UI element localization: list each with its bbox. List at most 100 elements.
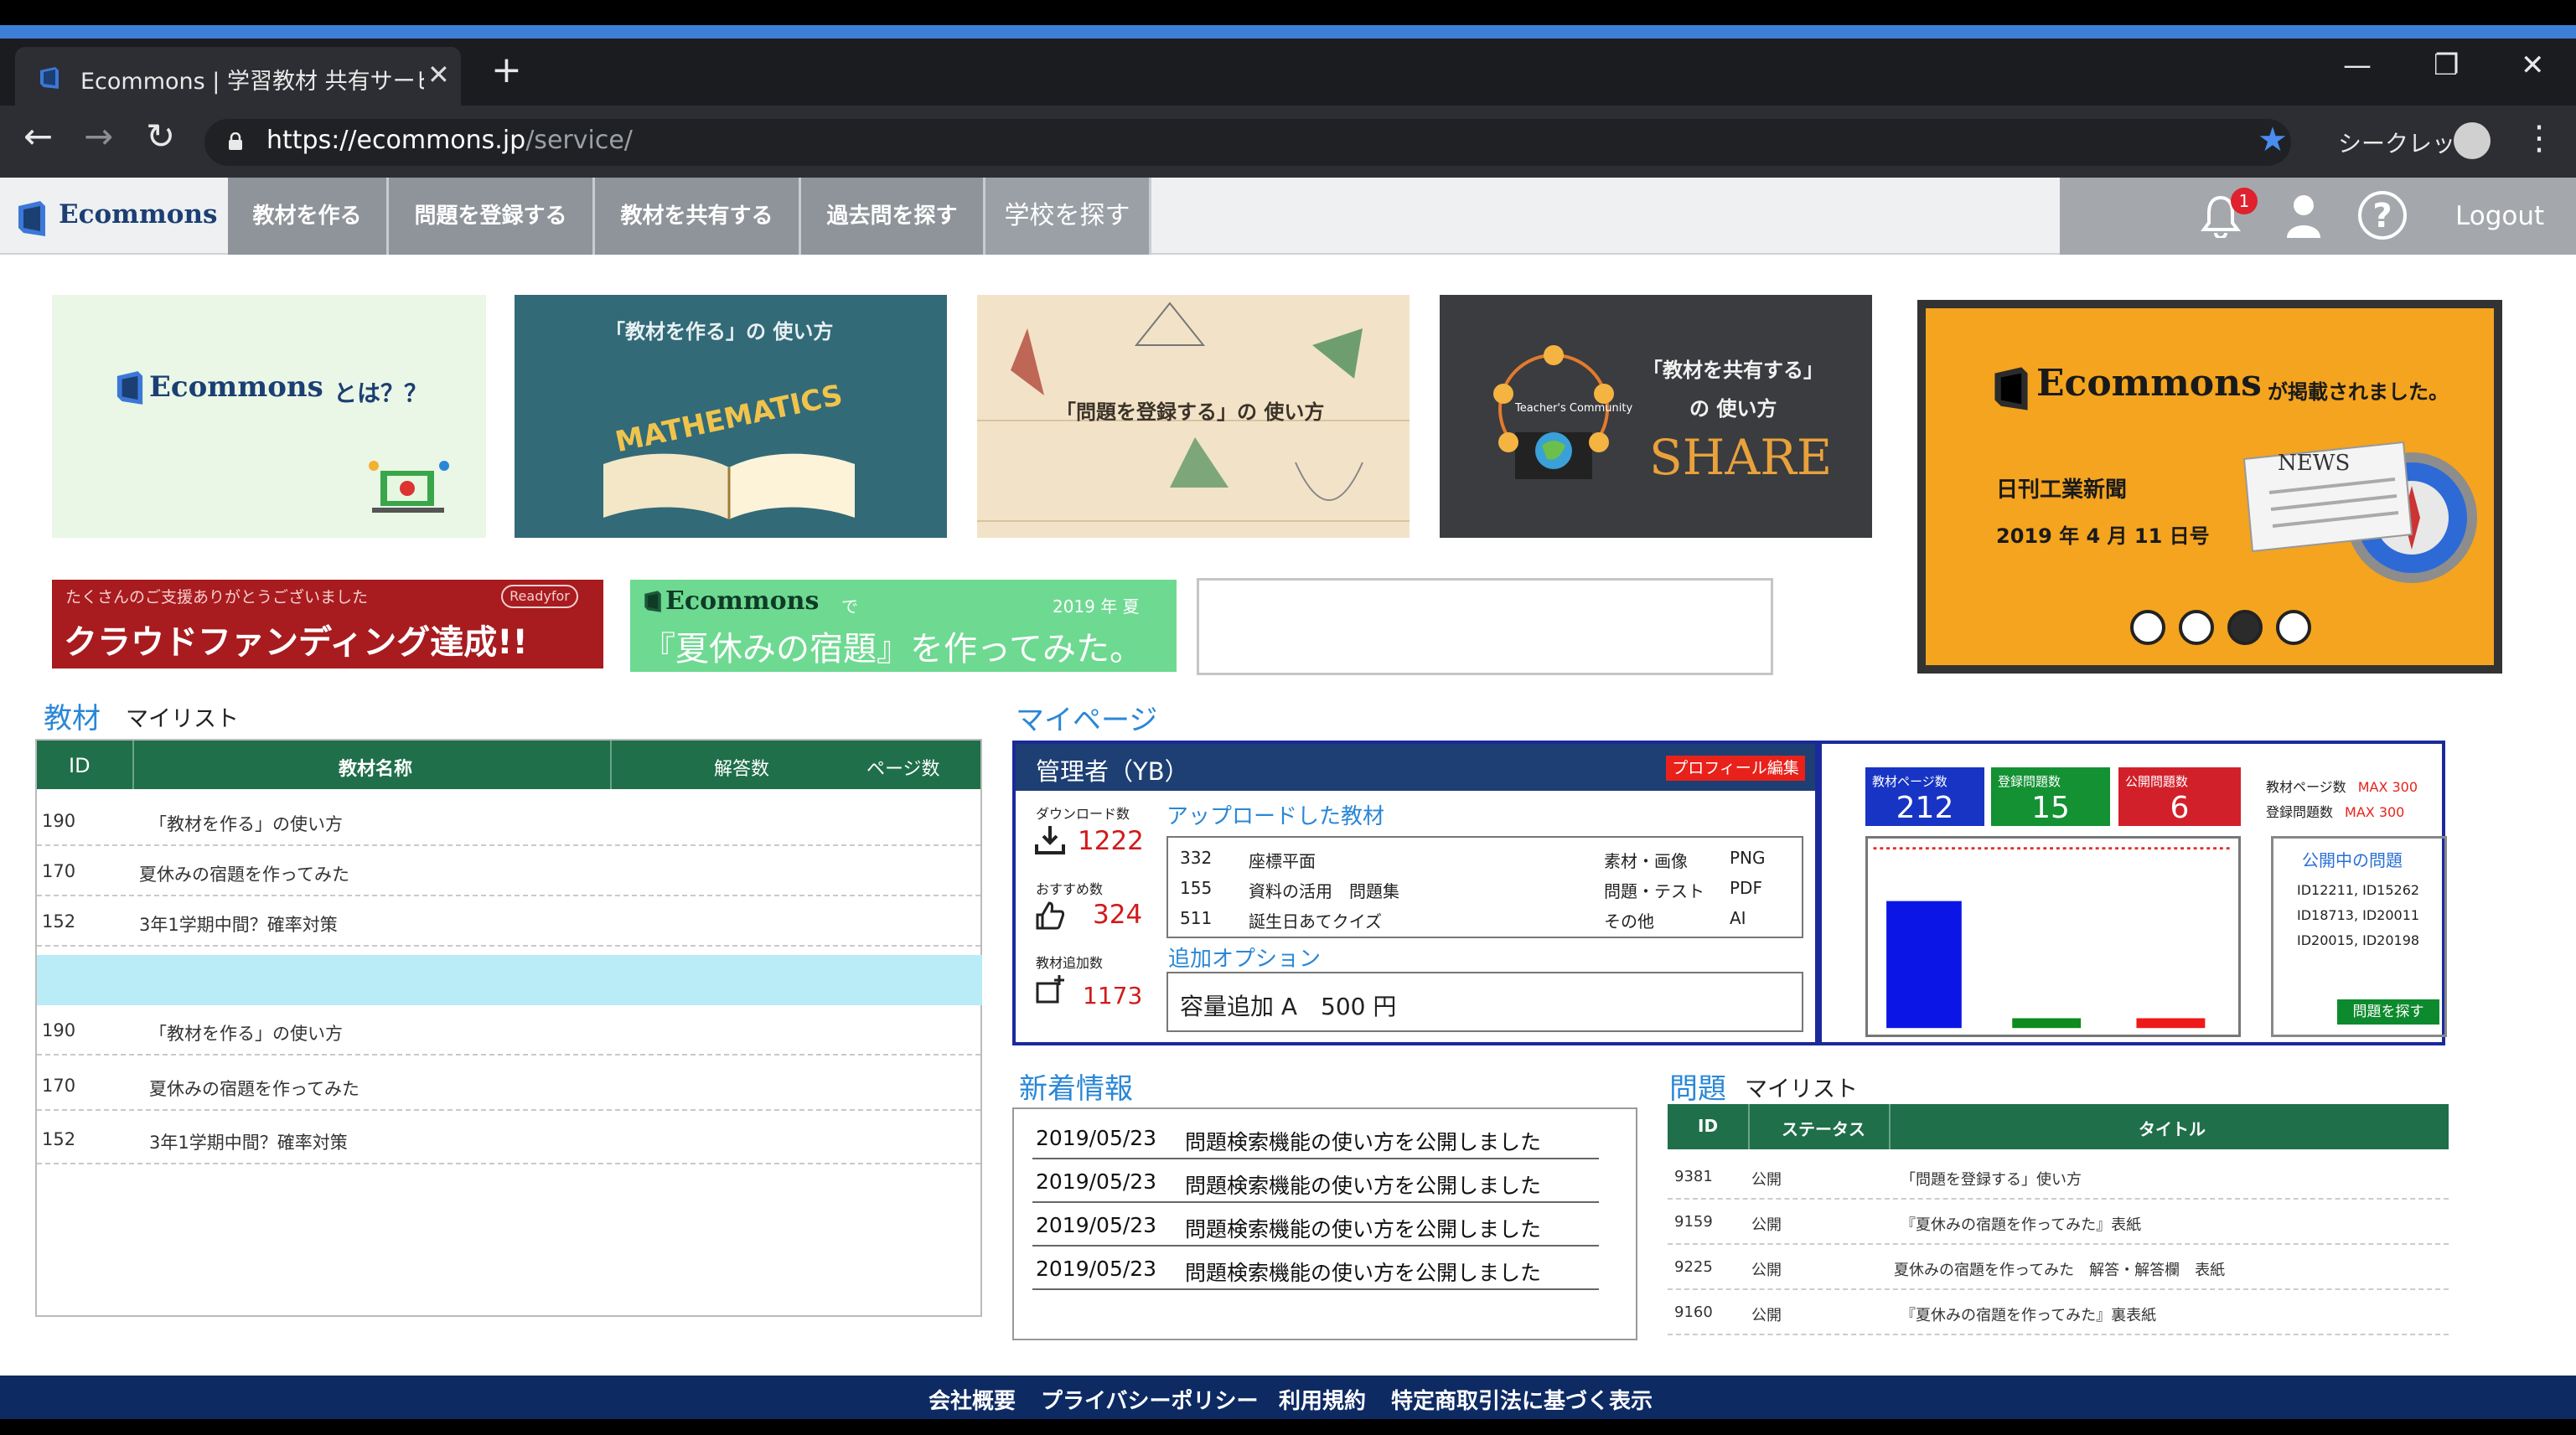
thumbs-up-icon xyxy=(1036,901,1065,930)
ecommons-logo-icon xyxy=(1994,367,2028,410)
banner-share-line1: 「教材を共有する」 xyxy=(1642,359,1823,382)
banner-share-howto[interactable]: Teacher's Community 「教材を共有する」 の 使い方 SHAR… xyxy=(1440,295,1872,538)
banner-crowdfunding[interactable]: たくさんのご支援ありがとうございました Readyfor クラウドファンディング… xyxy=(52,580,603,668)
table-row[interactable]: 9160 公開 『夏休みの宿題を作ってみた』裏表紙 xyxy=(1668,1290,2449,1335)
uploaded-row[interactable]: 332 座標平面 素材・画像 PNG xyxy=(1168,843,1802,873)
banner-summer-homework[interactable]: Ecommons で 2019 年 夏 『夏休みの宿題』を作ってみた。 xyxy=(630,580,1177,672)
help-icon[interactable]: ? xyxy=(2358,191,2407,240)
summer-year: 2019 年 夏 xyxy=(1053,596,1140,617)
materials-table: ID 教材名称 解答数 ページ数 190 「教材を作る」の使い方 170 夏休みの宿題… xyxy=(35,739,982,1317)
q-id: 9159 xyxy=(1674,1213,1713,1231)
news-item[interactable]: 2019/05/23 問題検索機能の使い方を公開しました xyxy=(1032,1203,1599,1247)
kpi-card: 教材ページ数 212 xyxy=(1865,767,1984,826)
nav-share-material[interactable]: 教材を共有する xyxy=(595,178,801,255)
footer-privacy[interactable]: プライバシーポリシー xyxy=(1041,1384,1258,1415)
row-name: 夏休みの宿題を作ってみた xyxy=(149,1079,360,1099)
option-box: 容量追加 A 500 円 xyxy=(1166,972,1803,1032)
incognito-icon[interactable] xyxy=(2454,122,2491,159)
news-item[interactable]: 2019/05/23 問題検索機能の使い方を公開しました xyxy=(1032,1116,1599,1159)
table-row[interactable]: 170 夏休みの宿題を作ってみた xyxy=(37,846,980,896)
row-name: 3年1学期中間？確率対策 xyxy=(149,1133,348,1153)
site-footer: 会社概要 プライバシーポリシー 利用規約 特定商取引法に基づく表示 xyxy=(0,1376,2576,1419)
open-book-icon xyxy=(603,453,855,519)
minimize-icon[interactable]: — xyxy=(2343,49,2372,82)
row-id: 170 xyxy=(42,861,76,881)
restore-icon[interactable]: ❐ xyxy=(2434,49,2459,82)
footer-terms[interactable]: 利用規約 xyxy=(1279,1384,1366,1415)
newspaper-compass-icon xyxy=(2242,441,2477,583)
mypage-header: 管理者（YB） プロフィール編集 xyxy=(1016,744,1815,791)
mypage-panel: 管理者（YB） プロフィール編集 ダウンロード数 1222 おすすめ数 324 … xyxy=(1012,741,1818,1045)
banner-empty-slot[interactable] xyxy=(1197,578,1773,675)
bookmark-star-icon[interactable]: ★ xyxy=(2258,121,2288,159)
carousel-dot[interactable] xyxy=(2227,610,2263,645)
limit-row: 登録問題数 MAX 300 xyxy=(2266,801,2404,821)
reload-icon[interactable]: ↻ xyxy=(146,116,175,157)
nav-find-school[interactable]: 学校を探す xyxy=(985,178,1151,255)
table-row[interactable]: 190 「教材を作る」の使い方 xyxy=(37,796,980,846)
table-row[interactable]: 9225 公開 夏休みの宿題を作ってみた 解答・解答欄 表紙 xyxy=(1668,1245,2449,1290)
table-row[interactable]: 152 3年1学期中間？確率対策 xyxy=(37,1114,980,1164)
new-tab-button[interactable]: + xyxy=(491,49,522,91)
uploaded-name: 資料の活用 問題集 xyxy=(1249,881,1399,901)
table-row[interactable]: 170 夏休みの宿題を作ってみた xyxy=(37,1061,980,1111)
public-questions-title[interactable]: 公開中の問題 xyxy=(2302,847,2403,871)
window-close-icon[interactable]: ✕ xyxy=(2521,49,2545,82)
tab-close-icon[interactable]: ✕ xyxy=(427,59,450,90)
find-questions-button[interactable]: 問題を探す xyxy=(2337,999,2439,1025)
nav-register-question[interactable]: 問題を登録する xyxy=(389,178,595,255)
table-row[interactable]: 152 3年1学期中間？確率対策 xyxy=(37,896,980,947)
row-id: 190 xyxy=(42,1020,76,1040)
logout-link[interactable]: Logout xyxy=(2455,201,2544,231)
footer-company[interactable]: 会社概要 xyxy=(928,1384,1016,1415)
banner-about-ecommons[interactable]: Ecommons とは？？ xyxy=(52,295,486,538)
browser-menu-icon[interactable]: ⋮ xyxy=(2522,119,2556,157)
carousel-dot[interactable] xyxy=(2130,610,2165,645)
footer-commerce[interactable]: 特定商取引法に基づく表示 xyxy=(1391,1384,1653,1415)
uploaded-type: AI xyxy=(1730,908,1746,928)
nav-make-material[interactable]: 教材を作る xyxy=(228,178,389,255)
recommend-label: おすすめ数 xyxy=(1036,881,1104,897)
table-row[interactable]: 190 「教材を作る」の使い方 xyxy=(37,1005,980,1056)
kpi-card: 公開問題数 6 xyxy=(2118,767,2241,826)
uploaded-id: 155 xyxy=(1180,878,1213,898)
limit-row: 教材ページ数 MAX 300 xyxy=(2266,776,2418,796)
table-row[interactable] xyxy=(37,955,982,1005)
user-icon[interactable] xyxy=(2284,193,2323,240)
news-date: 2019/05/23 xyxy=(1036,1169,1157,1194)
uploaded-row[interactable]: 511 誕生日あてクイズ その他 AI xyxy=(1168,903,1802,933)
q-col-title: タイトル xyxy=(2139,1119,2206,1139)
materials-subtitle: マイリスト xyxy=(126,706,239,732)
edit-profile-button[interactable]: プロフィール編集 xyxy=(1666,756,1805,781)
kpi-label: 登録問題数 xyxy=(1998,774,2061,789)
banner-make-material-howto[interactable]: 「教材を作る」の 使い方 MATHEMATICS xyxy=(515,295,947,538)
browser-tab[interactable]: Ecommons | 学習教材 共有サービ ✕ xyxy=(15,47,461,106)
carousel-dot[interactable] xyxy=(2276,610,2311,645)
stats-panel: 教材ページ数 212 登録問題数 15 公開問題数 6 教材ページ数 MAX 300 登録問題… xyxy=(1818,741,2447,1045)
uploaded-materials-link[interactable]: アップロードした教材 xyxy=(1166,799,1384,830)
q-title: 『夏休みの宿題を作ってみた』表紙 xyxy=(1901,1216,2142,1234)
back-icon[interactable]: ← xyxy=(23,116,53,157)
table-row[interactable]: 9381 公開 「問題を登録する」使い方 xyxy=(1668,1154,2449,1200)
news-text: 問題検索機能の使い方を公開しました xyxy=(1185,1217,1542,1241)
banner-register-question-howto[interactable]: 「問題を登録する」の 使い方 xyxy=(977,295,1410,538)
uploaded-row[interactable]: 155 資料の活用 問題集 問題・テスト PDF xyxy=(1168,873,1802,903)
recommend-value: 324 xyxy=(1093,900,1143,930)
col-name: 教材名称 xyxy=(339,759,413,780)
news-item[interactable]: 2019/05/23 問題検索機能の使い方を公開しました xyxy=(1032,1159,1599,1203)
q-title: 夏休みの宿題を作ってみた 解答・解答欄 表紙 xyxy=(1894,1262,2226,1279)
nav-past-exams[interactable]: 過去問を探す xyxy=(801,178,985,255)
limit-label: 教材ページ数 xyxy=(2266,779,2346,795)
user-bar: 1 ? Logout xyxy=(2060,178,2576,255)
table-row[interactable]: 9159 公開 『夏休みの宿題を作ってみた』表紙 xyxy=(1668,1200,2449,1245)
news-item[interactable]: 2019/05/23 問題検索機能の使い方を公開しました xyxy=(1032,1247,1599,1290)
forward-icon[interactable]: → xyxy=(84,116,113,157)
banner-about-suffix: とは？？ xyxy=(334,379,428,407)
options-link[interactable]: 追加オプション xyxy=(1168,942,1321,973)
carousel-dot[interactable] xyxy=(2179,610,2214,645)
row-id: 152 xyxy=(42,1129,76,1149)
news-carousel[interactable]: Ecommons が掲載されました。 日刊工業新聞 2019 年 4 月 11 … xyxy=(1917,300,2502,674)
download-icon xyxy=(1035,826,1065,854)
uploaded-name: 誕生日あてクイズ xyxy=(1249,911,1382,932)
materials-title: 教材 xyxy=(44,702,101,736)
